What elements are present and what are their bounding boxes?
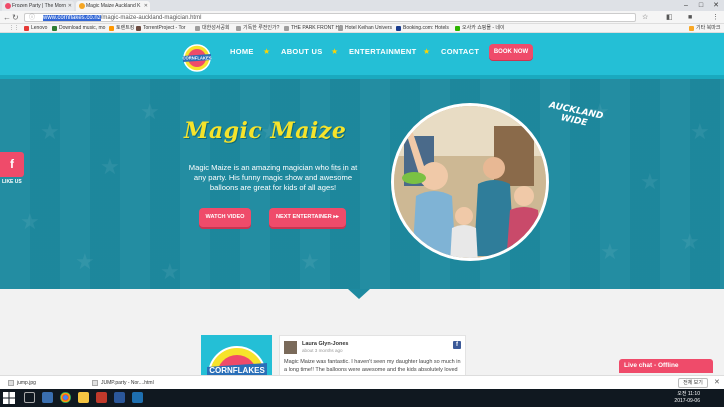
facebook-icon[interactable]: f — [453, 341, 461, 349]
menu-icon[interactable]: ⋮ — [712, 12, 719, 23]
reload-icon[interactable]: ↻ — [12, 12, 19, 23]
cornflakes-logo-card: CORNFLAKES — [201, 335, 272, 380]
back-icon[interactable]: ← — [3, 12, 11, 23]
star-icon: ★ — [423, 47, 431, 56]
windows-start-icon[interactable] — [3, 392, 15, 404]
bookmark-item[interactable]: Download music, mo — [52, 24, 105, 33]
svg-text:★: ★ — [160, 260, 180, 285]
nav-home[interactable]: HOME — [230, 47, 254, 56]
facebook-review-card: Laura Glyn-Jones about 3 months ago f Ma… — [279, 335, 466, 381]
browser-tab-strip: Frozen Party | The Morn ✕ Magic Maize Au… — [0, 0, 724, 11]
browser-tab[interactable]: Frozen Party | The Morn ✕ — [2, 1, 74, 11]
nav-about-us[interactable]: ABOUT US — [281, 47, 323, 56]
decorative-stars: ★★★ ★★★ ★★★ ★★★ ★★ — [20, 100, 710, 285]
bookmark-item[interactable]: THE PARK FRONT HO — [284, 24, 343, 33]
svg-text:★: ★ — [680, 230, 700, 255]
section-notch — [348, 289, 370, 299]
bookmark-item[interactable]: 기독한 루전인가? — [236, 24, 279, 33]
word-icon[interactable] — [114, 392, 125, 403]
nav-contact[interactable]: CONTACT — [441, 47, 479, 56]
book-now-button[interactable]: BOOK NOW — [489, 44, 533, 60]
maximize-icon[interactable]: □ — [695, 0, 707, 11]
other-bookmarks[interactable]: 기타 북마크 — [689, 24, 720, 33]
star-icon: ★ — [331, 47, 339, 56]
close-icon[interactable]: ✕ — [714, 378, 720, 386]
svg-text:★: ★ — [75, 250, 95, 275]
profile-icon[interactable]: ■ — [688, 12, 692, 23]
cornflakes-logo: CORNFLAKES — [207, 346, 267, 380]
browser-tab-active[interactable]: Magic Maize Auckland K ✕ — [76, 1, 150, 11]
url-input[interactable]: ⓘ www.cornflakes.co.nz/magic-maize-auckl… — [24, 13, 636, 22]
hero-description: Magic Maize is an amazing magician who f… — [188, 163, 358, 192]
address-bar: ← ↻ ⓘ www.cornflakes.co.nz/magic-maize-a… — [0, 11, 724, 24]
logo-text: CORNFLAKES — [209, 366, 265, 375]
live-chat-button[interactable]: Live chat - Offline — [619, 359, 713, 373]
bookmark-item[interactable]: 토렌트킹 — [109, 24, 134, 33]
watch-video-button[interactable]: WATCH VIDEO — [199, 208, 251, 227]
svg-text:★: ★ — [300, 250, 320, 275]
nav-entertainment[interactable]: ENTERTAINMENT — [349, 47, 417, 56]
windows-taskbar: 오전 11:10 2017-09-06 — [0, 389, 724, 407]
svg-text:★: ★ — [100, 155, 120, 180]
close-tab-icon[interactable]: ✕ — [144, 1, 148, 11]
bookmark-item[interactable]: Booking.com: Hotels — [396, 24, 449, 33]
close-window-icon[interactable]: ✕ — [710, 0, 722, 11]
svg-text:★: ★ — [600, 240, 620, 265]
folder-icon[interactable] — [78, 392, 89, 403]
app-icon[interactable] — [96, 392, 107, 403]
hero-section: ★ ★ ★ ★ ★ ★ ★ ★ ★ ★ ★ ★ ★ ★ — [0, 79, 724, 289]
favicon-icon — [5, 3, 11, 9]
hero-title: Magic Maize — [184, 118, 347, 144]
svg-text:★: ★ — [40, 120, 60, 145]
system-clock[interactable]: 오전 11:10 2017-09-06 — [660, 391, 700, 405]
site-header: CORNFLAKES HOME ★ ABOUT US ★ ENTERTAINME… — [0, 33, 724, 79]
review-time: about 3 months ago — [302, 348, 343, 353]
info-icon: ⓘ — [29, 15, 36, 21]
search-icon[interactable] — [24, 392, 35, 403]
svg-text:★: ★ — [640, 170, 660, 195]
minimize-icon[interactable]: – — [680, 0, 692, 11]
explorer-icon[interactable] — [42, 392, 53, 403]
app-icon[interactable] — [132, 392, 143, 403]
favicon-icon — [79, 3, 85, 9]
chrome-icon[interactable] — [60, 392, 71, 403]
magician-photo — [391, 103, 549, 261]
close-tab-icon[interactable]: ✕ — [68, 1, 72, 11]
download-item[interactable]: jump.jpg — [8, 378, 36, 388]
bookmark-item[interactable]: 대한성서공회 — [195, 24, 230, 33]
bookmark-item[interactable]: 오사카 쇼핑몰 - 네이 — [455, 24, 505, 33]
file-icon — [8, 380, 14, 386]
like-us-label: LIKE US — [2, 179, 22, 185]
facebook-icon[interactable]: f — [0, 152, 24, 177]
kids-party-image — [394, 106, 546, 258]
extension-icon[interactable]: ◧ — [666, 12, 673, 23]
download-item[interactable]: JUMP.party - Nor....html — [92, 378, 154, 388]
star-icon: ★ — [263, 47, 271, 56]
cornflakes-logo[interactable]: CORNFLAKES — [181, 43, 213, 73]
avatar[interactable] — [284, 341, 297, 354]
bookmarks-bar: ⋮⋮ Lenovo Download music, mo 토렌트킹 Torren… — [0, 24, 724, 33]
svg-text:★: ★ — [690, 120, 710, 145]
bookmark-item[interactable]: Lenovo — [24, 24, 47, 33]
reviewer-name[interactable]: Laura Glyn-Jones — [302, 341, 348, 347]
file-icon — [92, 380, 98, 386]
show-all-downloads-button[interactable]: 전체 보기 — [678, 378, 708, 388]
logo-text: CORNFLAKES — [182, 56, 211, 61]
svg-text:★: ★ — [140, 100, 160, 125]
next-entertainer-button[interactable]: NEXT ENTERTAINER ▸▸ — [269, 208, 346, 227]
apps-icon[interactable]: ⋮⋮ — [2, 24, 19, 33]
bookmark-item[interactable]: Hotel Keihan Univers — [338, 24, 392, 33]
downloads-bar: jump.jpg JUMP.party - Nor....html 전체 보기 … — [0, 375, 724, 389]
bookmark-star-icon[interactable]: ☆ — [642, 12, 648, 23]
svg-text:★: ★ — [20, 210, 40, 235]
bookmark-item[interactable]: TorrentProject - Tor — [136, 24, 185, 33]
